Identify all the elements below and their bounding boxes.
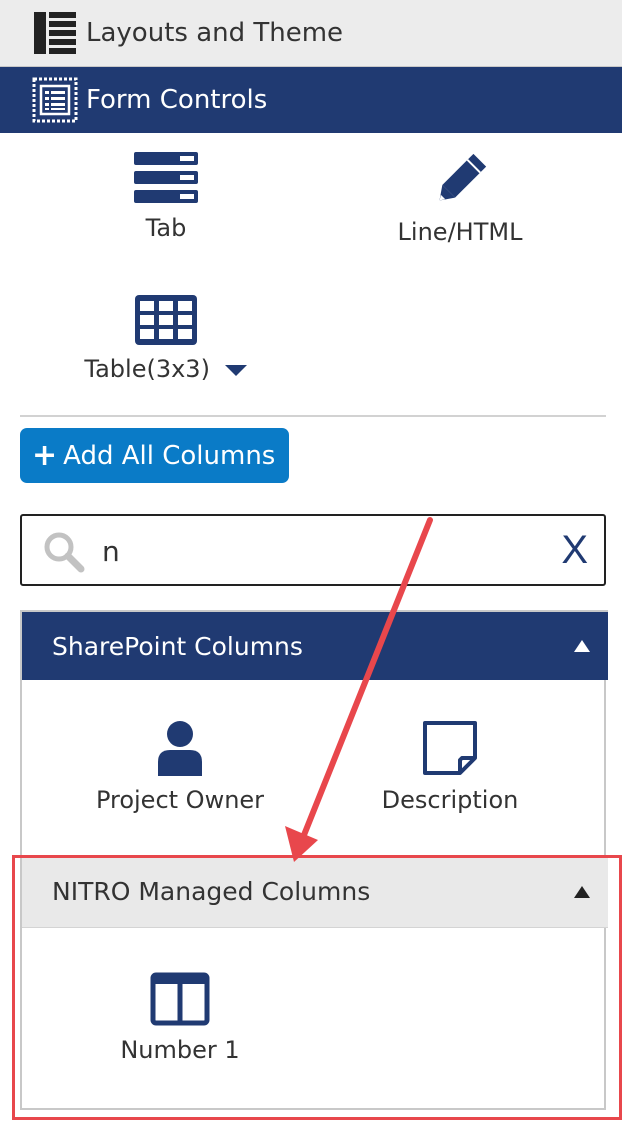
project-owner-label: Project Owner	[95, 786, 265, 814]
pencil-icon	[439, 153, 487, 201]
column-item-project-owner[interactable]: Project Owner	[60, 720, 300, 814]
note-icon	[423, 721, 477, 775]
description-label: Description	[381, 786, 519, 814]
section-divider	[20, 415, 606, 417]
column-item-description[interactable]: Description	[330, 720, 570, 814]
plus-icon: +	[32, 437, 58, 473]
table-label-row: Table(3x3)	[36, 355, 296, 383]
form-controls-label: Form Controls	[86, 85, 268, 115]
column-search-box: X	[20, 514, 606, 586]
collapse-caret-icon[interactable]	[574, 640, 590, 652]
layouts-and-theme-bar[interactable]: Layouts and Theme	[0, 0, 622, 67]
number-1-label: Number 1	[120, 1036, 240, 1064]
sharepoint-columns-header[interactable]: SharePoint Columns	[22, 610, 608, 680]
tab-control[interactable]: Tab	[36, 152, 296, 242]
sharepoint-columns-title: SharePoint Columns	[52, 631, 303, 661]
two-column-icon	[150, 972, 210, 1026]
table-grid-icon	[135, 295, 197, 345]
nitro-managed-columns-header[interactable]: NITRO Managed Columns	[22, 855, 608, 928]
clear-search-button[interactable]: X	[561, 528, 588, 573]
search-icon	[44, 532, 85, 573]
caret-down-icon[interactable]	[224, 363, 248, 377]
table-label: Table(3x3)	[84, 355, 210, 383]
person-icon	[158, 721, 202, 776]
tab-icon	[134, 152, 198, 203]
nitro-managed-columns-title: NITRO Managed Columns	[52, 877, 371, 906]
form-controls-bar[interactable]: Form Controls	[0, 67, 622, 133]
table-control[interactable]: Table(3x3)	[36, 295, 296, 383]
add-all-columns-label: Add All Columns	[63, 440, 276, 471]
tab-label: Tab	[145, 214, 187, 242]
search-input[interactable]	[102, 526, 532, 576]
columns-panel: SharePoint Columns Project Owner Descrip…	[20, 610, 608, 1110]
layouts-and-theme-label: Layouts and Theme	[86, 18, 344, 48]
add-all-columns-button[interactable]: + Add All Columns	[20, 428, 289, 483]
line-html-control[interactable]: Line/HTML	[330, 152, 590, 246]
column-item-number-1[interactable]: Number 1	[60, 972, 300, 1064]
collapse-caret-icon[interactable]	[574, 885, 590, 898]
line-html-label: Line/HTML	[397, 218, 523, 246]
layout-list-icon	[34, 12, 76, 54]
form-list-icon	[32, 77, 78, 123]
